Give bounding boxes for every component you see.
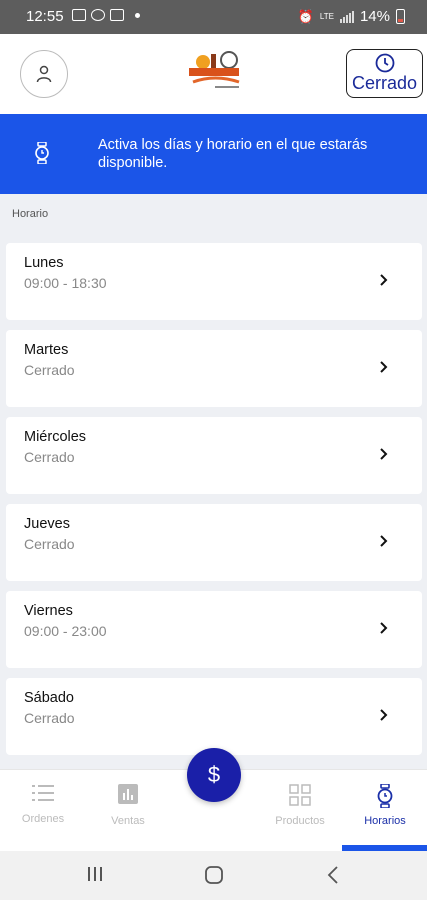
day-hours: Cerrado: [24, 362, 75, 378]
battery-icon: [396, 9, 405, 24]
day-row-tuesday[interactable]: Martes Cerrado: [6, 330, 422, 407]
day-name: Jueves: [24, 516, 70, 532]
day-row-wednesday[interactable]: Miércoles Cerrado: [6, 417, 422, 494]
recent-apps-icon[interactable]: [86, 865, 104, 883]
clock-icon: [375, 53, 394, 73]
nav-label: Horarios: [364, 815, 406, 827]
home-icon[interactable]: [204, 865, 224, 885]
whatsapp-icon: [91, 9, 105, 21]
bar-chart-icon: [118, 784, 138, 804]
more-notifications-icon: [135, 12, 140, 18]
list-icon: [32, 785, 54, 801]
chevron-right-icon: [380, 274, 388, 286]
day-row-monday[interactable]: Lunes 09:00 - 18:30: [6, 243, 422, 320]
watch-icon: [34, 141, 50, 169]
nav-horarios[interactable]: Horarios: [345, 783, 425, 827]
banner-text: Activa los días y horario en el que esta…: [98, 137, 368, 171]
profile-button[interactable]: [20, 50, 68, 98]
chevron-right-icon: [380, 361, 388, 373]
sales-fab-button[interactable]: $: [187, 748, 241, 802]
network-label: LTE: [319, 11, 334, 21]
schedule-list: Lunes 09:00 - 18:30 Martes Cerrado Miérc…: [6, 243, 422, 765]
day-hours: Cerrado: [24, 536, 75, 552]
nav-label: Productos: [275, 815, 325, 827]
day-name: Lunes: [24, 255, 64, 271]
nav-productos[interactable]: Productos: [260, 784, 340, 827]
day-row-saturday[interactable]: Sábado Cerrado: [6, 678, 422, 755]
system-navigation-bar: [0, 851, 427, 900]
day-row-friday[interactable]: Viernes 09:00 - 23:00: [6, 591, 422, 668]
chevron-right-icon: [380, 709, 388, 721]
back-icon[interactable]: [326, 865, 340, 885]
notification-icons: [72, 9, 140, 21]
status-time: 12:55: [26, 8, 64, 25]
battery-percent: 14%: [359, 8, 390, 25]
chevron-right-icon: [380, 622, 388, 634]
store-status-label: Cerrado: [351, 73, 418, 93]
status-right: ⏰ LTE 14%: [298, 8, 405, 25]
day-name: Martes: [24, 342, 69, 358]
youtube-icon: [110, 9, 124, 21]
store-status-button[interactable]: Cerrado: [346, 49, 423, 98]
day-name: Miércoles: [24, 429, 87, 445]
grid-icon: [289, 784, 311, 806]
nav-label: Ventas: [111, 815, 145, 827]
chevron-right-icon: [380, 448, 388, 460]
signal-icon: [339, 10, 354, 23]
day-hours: Cerrado: [24, 710, 75, 726]
day-name: Sábado: [24, 690, 74, 706]
day-hours: 09:00 - 18:30: [24, 275, 107, 291]
nav-label: Ordenes: [21, 813, 65, 825]
alarm-icon: ⏰: [297, 8, 314, 24]
day-name: Viernes: [24, 603, 73, 619]
day-row-thursday[interactable]: Jueves Cerrado: [6, 504, 422, 581]
watch-icon: [377, 783, 393, 809]
day-hours: 09:00 - 23:00: [24, 623, 107, 639]
section-title: Horario: [12, 208, 49, 220]
day-hours: Cerrado: [24, 449, 75, 465]
chevron-right-icon: [380, 535, 388, 547]
status-bar: 12:55 ⏰ LTE 14%: [0, 0, 427, 34]
nav-ventas[interactable]: Ventas: [88, 784, 168, 827]
gallery-icon: [72, 9, 86, 21]
app-header: Cerrado: [0, 34, 427, 114]
restaurant-logo: [185, 48, 245, 94]
info-banner: Activa los días y horario en el que esta…: [0, 114, 427, 194]
user-icon: [36, 65, 52, 83]
nav-ordenes[interactable]: Ordenes: [3, 784, 83, 825]
